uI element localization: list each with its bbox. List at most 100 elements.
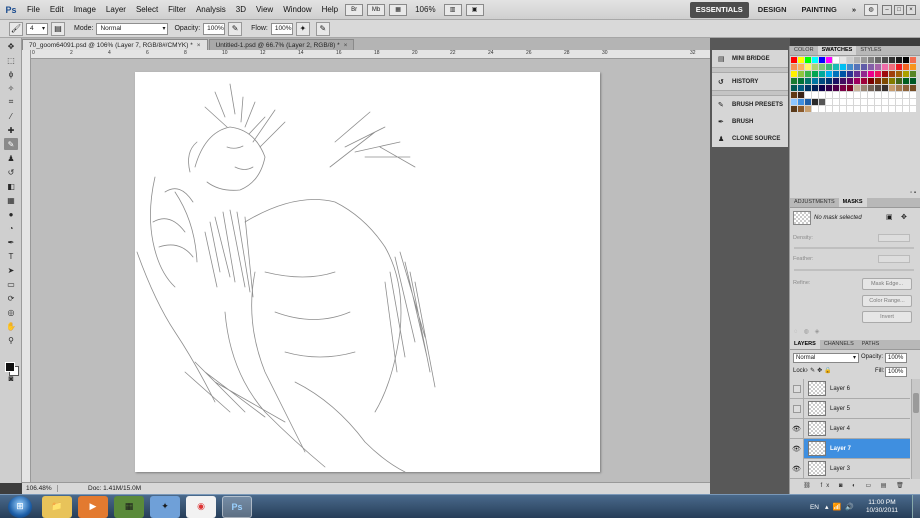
tab-paths[interactable]: PATHS	[858, 340, 884, 349]
color-swatch[interactable]	[882, 99, 888, 105]
color-swatch[interactable]	[903, 64, 909, 70]
pen-tool-icon[interactable]: ✒	[4, 236, 18, 248]
color-swatch[interactable]	[854, 99, 860, 105]
color-swatch[interactable]	[910, 99, 916, 105]
photoshop-taskbar-button[interactable]: Ps	[222, 495, 252, 518]
color-swatch[interactable]	[875, 106, 881, 112]
history-brush-tool-icon[interactable]: ↺	[4, 166, 18, 178]
color-swatch[interactable]	[819, 99, 825, 105]
color-swatch[interactable]	[889, 71, 895, 77]
3d-rotate-tool-icon[interactable]: ⟳	[4, 292, 18, 304]
lock-icons[interactable]: ▫✎✥🔒	[806, 367, 834, 374]
dock-brush[interactable]: ✒ BRUSH	[712, 113, 788, 130]
layer-row[interactable]: 👁 Layer 4	[790, 418, 910, 439]
color-swatch[interactable]	[875, 78, 881, 84]
status-zoom[interactable]: 106.48%	[22, 485, 58, 492]
color-swatch[interactable]	[826, 85, 832, 91]
color-swatch[interactable]	[854, 92, 860, 98]
tab-layers[interactable]: LAYERS	[790, 340, 820, 349]
bridge-icon[interactable]: Br	[345, 3, 364, 16]
color-swatch[interactable]	[889, 92, 895, 98]
menu-filter[interactable]: Filter	[163, 0, 191, 20]
color-swatch[interactable]	[833, 85, 839, 91]
color-swatch[interactable]	[896, 78, 902, 84]
color-swatch[interactable]	[889, 99, 895, 105]
color-swatch[interactable]	[833, 78, 839, 84]
color-swatch[interactable]	[861, 106, 867, 112]
dock-history[interactable]: ↺ HISTORY	[712, 73, 788, 90]
pressure-opacity-icon[interactable]: ✎	[228, 21, 243, 36]
color-swatch[interactable]	[798, 99, 804, 105]
media-player-icon[interactable]: ▶	[78, 495, 108, 518]
mini-bridge-icon[interactable]: Mb	[367, 3, 386, 16]
masks-footer-icons[interactable]: ◌◍◈	[794, 328, 825, 335]
color-swatch[interactable]	[875, 92, 881, 98]
color-swatch[interactable]	[812, 71, 818, 77]
color-swatch[interactable]	[882, 78, 888, 84]
color-swatch[interactable]	[791, 78, 797, 84]
gradient-tool-icon[interactable]: ▦	[4, 194, 18, 206]
chrome-icon[interactable]: ◉	[186, 495, 216, 518]
color-swatch[interactable]	[826, 64, 832, 70]
color-swatch[interactable]	[861, 71, 867, 77]
menu-image[interactable]: Image	[69, 0, 101, 20]
eye-icon[interactable]: 👁	[790, 418, 804, 439]
color-swatch[interactable]	[875, 57, 881, 63]
arrange-documents-icon[interactable]: ▥	[443, 3, 462, 16]
density-slider[interactable]	[794, 247, 914, 249]
tab-color[interactable]: COLOR	[790, 46, 818, 55]
zoom-tool-icon[interactable]: ⚲	[4, 334, 18, 346]
mode-select[interactable]: Normal ▾	[96, 22, 169, 35]
color-swatch[interactable]	[805, 99, 811, 105]
color-swatch[interactable]	[875, 71, 881, 77]
color-swatch[interactable]	[805, 106, 811, 112]
eyedropper-tool-icon[interactable]: ⁄	[4, 110, 18, 122]
tab-document-2[interactable]: Untitled-1.psd @ 66.7% (Layer 2, RGB/8) …	[208, 39, 355, 50]
clock[interactable]: 11:00 PM 10/30/2011	[866, 499, 898, 515]
dodge-tool-icon[interactable]: ◔	[4, 222, 18, 234]
color-swatch[interactable]	[861, 64, 867, 70]
menu-edit[interactable]: Edit	[45, 0, 69, 20]
color-swatch[interactable]	[819, 64, 825, 70]
tab-swatches[interactable]: SWATCHES	[817, 46, 857, 55]
color-swatch[interactable]	[847, 85, 853, 91]
feather-slider[interactable]	[794, 269, 914, 271]
path-select-tool-icon[interactable]: ➤	[4, 264, 18, 276]
brush-tool-icon[interactable]: ✎	[4, 138, 18, 150]
color-swatch[interactable]	[812, 106, 818, 112]
minecraft-icon[interactable]: ▦	[114, 495, 144, 518]
color-swatch[interactable]	[847, 99, 853, 105]
color-swatch[interactable]	[791, 106, 797, 112]
color-swatch[interactable]	[812, 99, 818, 105]
color-swatch[interactable]	[812, 92, 818, 98]
color-swatch[interactable]	[889, 57, 895, 63]
color-swatch[interactable]	[868, 71, 874, 77]
eye-icon[interactable]: 👁	[790, 458, 804, 479]
screen-mode-icon[interactable]: ▣	[465, 3, 484, 16]
color-swatch[interactable]	[903, 57, 909, 63]
tray-arrow-icon[interactable]: ▴	[825, 503, 829, 511]
color-swatch[interactable]	[805, 71, 811, 77]
workspace-design[interactable]: DESIGN	[752, 2, 793, 18]
workspace-essentials[interactable]: ESSENTIALS	[689, 1, 749, 18]
color-swatch[interactable]	[854, 71, 860, 77]
type-tool-icon[interactable]: T	[4, 250, 18, 262]
feather-field[interactable]	[878, 255, 910, 263]
color-swatch[interactable]	[882, 92, 888, 98]
color-swatch[interactable]	[910, 71, 916, 77]
color-swatch[interactable]	[812, 78, 818, 84]
color-swatch[interactable]	[840, 99, 846, 105]
color-swatch[interactable]	[805, 64, 811, 70]
menu-file[interactable]: File	[22, 0, 45, 20]
color-swatch[interactable]	[798, 85, 804, 91]
color-swatch[interactable]	[826, 78, 832, 84]
tab-close-icon[interactable]: ×	[197, 42, 201, 49]
color-swatch[interactable]	[889, 85, 895, 91]
color-swatch[interactable]	[861, 57, 867, 63]
color-swatch[interactable]	[861, 92, 867, 98]
lasso-tool-icon[interactable]: ϕ	[4, 68, 18, 80]
add-pixel-mask-icon[interactable]: ▣	[886, 213, 893, 221]
color-swatch[interactable]	[896, 57, 902, 63]
color-swatch[interactable]	[910, 64, 916, 70]
color-swatch[interactable]	[833, 106, 839, 112]
